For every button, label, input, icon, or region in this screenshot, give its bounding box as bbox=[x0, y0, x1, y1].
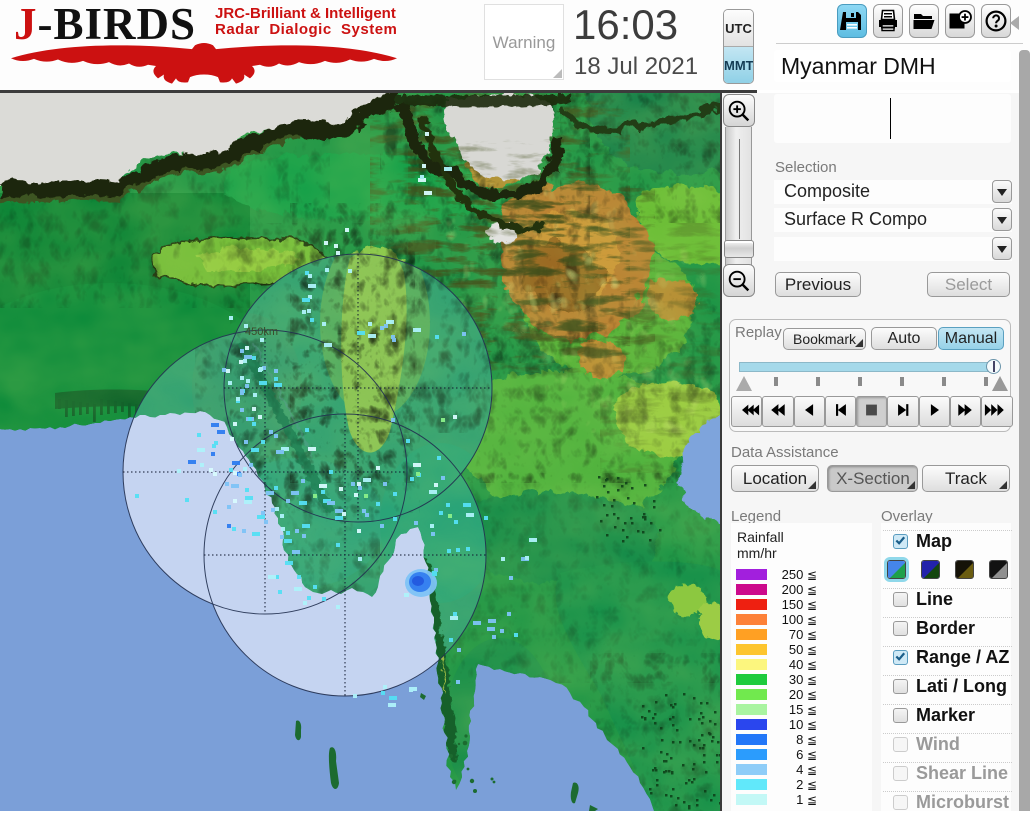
svg-text:450km: 450km bbox=[245, 326, 278, 338]
